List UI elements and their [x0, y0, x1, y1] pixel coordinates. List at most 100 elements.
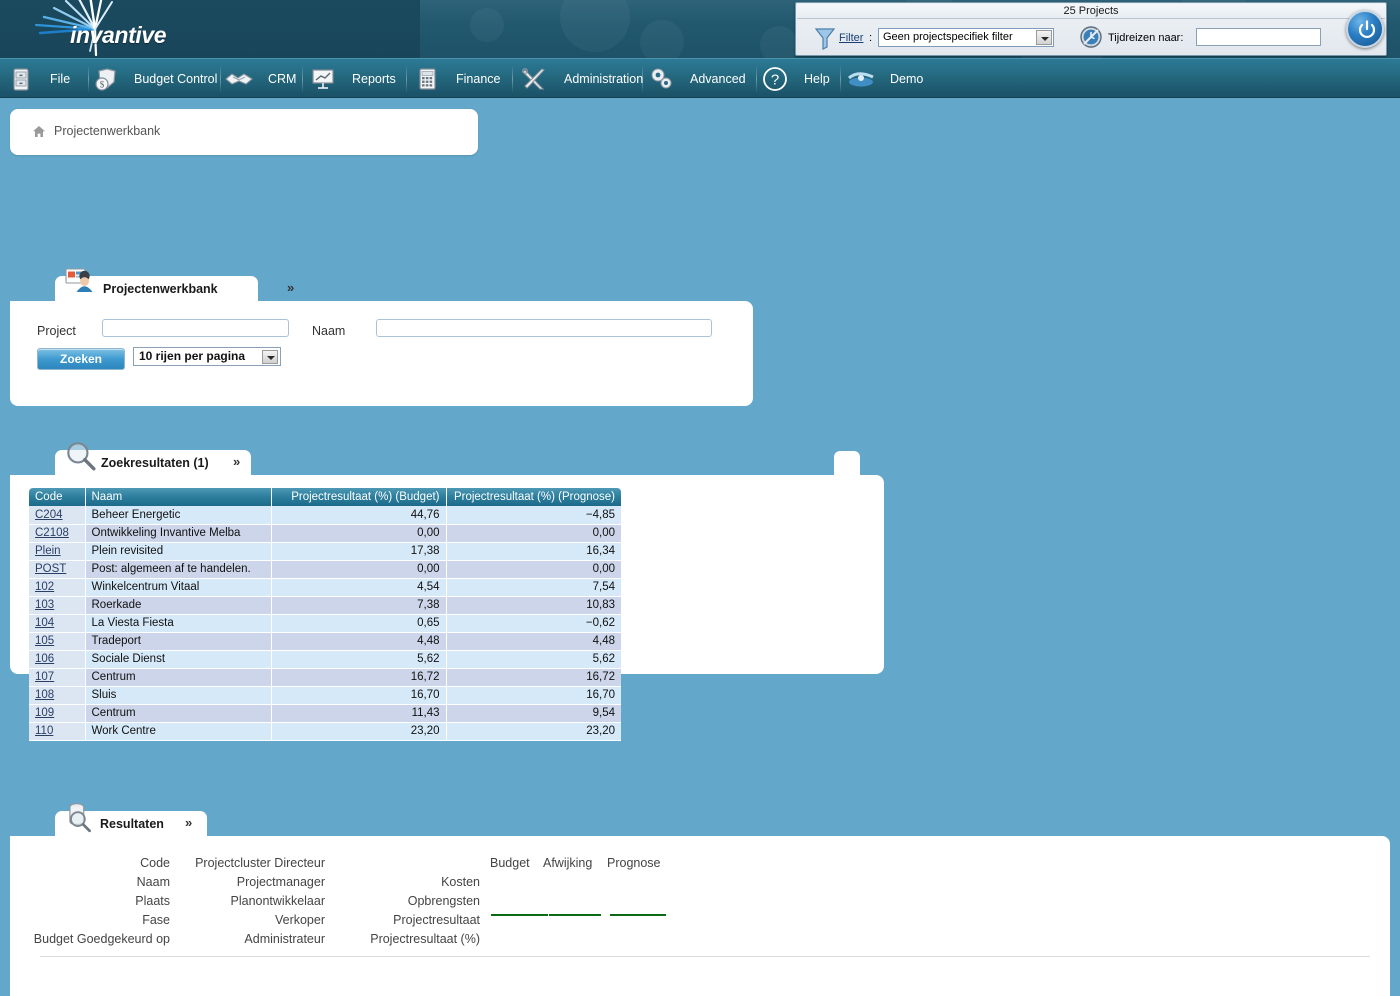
project-code-link[interactable]: 106 [35, 653, 54, 665]
search-button[interactable]: Zoeken [37, 348, 125, 370]
field-label-naam: Naam [10, 875, 170, 889]
chevron-up-icon[interactable]: » [233, 454, 240, 469]
table-row[interactable]: C204Beheer Energetic44,76−4,85 [29, 506, 621, 524]
chevron-up-icon[interactable]: » [185, 815, 192, 830]
cell-budget: 7,38 [271, 596, 446, 614]
menu-item-crm[interactable]: CRM [224, 59, 296, 99]
menu-label-budget-control: Budget Control [134, 72, 217, 86]
filter-link[interactable]: Filter [839, 32, 863, 44]
project-code-link[interactable]: 102 [35, 581, 54, 593]
tab-projectenwerkbank[interactable]: Projectenwerkbank » [55, 276, 258, 302]
cell-code: 104 [29, 614, 85, 632]
funnel-icon [814, 26, 836, 50]
detail-panel: Code Naam Plaats Fase Budget Goedgekeurd… [10, 836, 1390, 996]
cell-naam: Post: algemeen af te handelen. [85, 560, 271, 578]
menu-item-demo[interactable]: Demo [846, 59, 923, 99]
breadcrumb: Projectenwerkbank [10, 109, 478, 155]
project-code-link[interactable]: 110 [35, 725, 53, 737]
cell-code: 105 [29, 632, 85, 650]
project-input[interactable] [102, 319, 289, 337]
table-row[interactable]: 108Sluis16,7016,70 [29, 686, 621, 704]
naam-input[interactable] [376, 319, 712, 337]
cell-prognose: 16,72 [446, 668, 621, 686]
chevron-down-icon[interactable] [262, 350, 278, 364]
project-code-link[interactable]: POST [35, 563, 66, 575]
field-label-code: Code [10, 856, 170, 870]
menu-item-budget-control[interactable]: $ Budget Control [92, 59, 217, 99]
table-row[interactable]: PleinPlein revisited17,3816,34 [29, 542, 621, 560]
project-code-link[interactable]: 107 [35, 671, 54, 683]
table-header-row: Code Naam Projectresultaat (%) (Budget) … [29, 488, 621, 506]
tab-stub[interactable] [834, 451, 860, 477]
cell-prognose: 16,34 [446, 542, 621, 560]
filter-colon: : [869, 32, 872, 44]
results-table: Code Naam Projectresultaat (%) (Budget) … [29, 488, 621, 741]
project-code-link[interactable]: C2108 [35, 527, 69, 539]
menu-item-finance[interactable]: Finance [414, 59, 500, 99]
project-count-title: 25 Projects [797, 4, 1385, 19]
table-row[interactable]: POSTPost: algemeen af te handelen.0,000,… [29, 560, 621, 578]
table-row[interactable]: 104La Viesta Fiesta0,65−0,62 [29, 614, 621, 632]
menu-label-administration: Administration [564, 72, 643, 86]
value-col-header-afwijking: Afwijking [543, 856, 592, 870]
col-header-budget[interactable]: Projectresultaat (%) (Budget) [271, 488, 446, 506]
filter-select[interactable]: Geen projectspecifiek filter [878, 28, 1054, 47]
field-label-budget-approved: Budget Goedgekeurd op [10, 932, 170, 946]
table-row[interactable]: 109Centrum11,439,54 [29, 704, 621, 722]
table-row[interactable]: 110Work Centre23,2023,20 [29, 722, 621, 740]
table-row[interactable]: 106Sociale Dienst5,625,62 [29, 650, 621, 668]
tab-zoekresultaten[interactable]: Zoekresultaten (1) » [55, 450, 251, 476]
cell-prognose: 7,54 [446, 578, 621, 596]
tab-resultaten[interactable]: Resultaten » [55, 811, 207, 837]
user-blue-icon [846, 66, 876, 92]
table-row[interactable]: 105Tradeport4,484,48 [29, 632, 621, 650]
col-header-prognose[interactable]: Projectresultaat (%) (Prognose) [446, 488, 621, 506]
totals-rule-prognose [610, 914, 666, 916]
menu-label-help: Help [804, 72, 830, 86]
naam-label: Naam [312, 324, 345, 338]
menu-label-finance: Finance [456, 72, 500, 86]
menu-item-advanced[interactable]: Advanced [648, 59, 746, 99]
cell-budget: 17,38 [271, 542, 446, 560]
project-code-link[interactable]: C204 [35, 509, 63, 521]
cell-naam: Sluis [85, 686, 271, 704]
rows-per-page-select[interactable]: 10 rijen per pagina [133, 347, 281, 366]
menu-item-reports[interactable]: Reports [310, 59, 396, 99]
chevron-down-icon[interactable] [1036, 30, 1052, 45]
col-header-naam[interactable]: Naam [85, 488, 271, 506]
time-travel-input[interactable] [1196, 28, 1321, 46]
field-label-projectmanager: Projectmanager [175, 875, 325, 889]
cell-budget: 0,65 [271, 614, 446, 632]
menu-item-help[interactable]: ? Help [762, 59, 830, 99]
cell-code: 109 [29, 704, 85, 722]
database-search-icon [63, 800, 97, 834]
menu-item-administration[interactable]: Administration [520, 59, 643, 99]
cell-naam: Ontwikkeling Invantive Melba [85, 524, 271, 542]
project-code-link[interactable]: 103 [35, 599, 54, 611]
money-shield-icon: $ [92, 66, 118, 92]
table-row[interactable]: 107Centrum16,7216,72 [29, 668, 621, 686]
cell-budget: 11,43 [271, 704, 446, 722]
project-code-link[interactable]: Plein [35, 545, 61, 557]
project-code-link[interactable]: 109 [35, 707, 54, 719]
top-banner: invantive 25 Projects Filter : Geen proj… [0, 0, 1400, 58]
table-row[interactable]: 103Roerkade7,3810,83 [29, 596, 621, 614]
cell-code: 107 [29, 668, 85, 686]
chevron-up-icon[interactable]: » [287, 280, 294, 295]
cell-naam: Centrum [85, 704, 271, 722]
power-button[interactable] [1346, 10, 1384, 48]
table-row[interactable]: 102Winkelcentrum Vitaal4,547,54 [29, 578, 621, 596]
project-code-link[interactable]: 105 [35, 635, 54, 647]
project-code-link[interactable]: 104 [35, 617, 54, 629]
value-col-header-prognose: Prognose [607, 856, 661, 870]
cell-prognose: −4,85 [446, 506, 621, 524]
menu-label-file: File [50, 72, 70, 86]
cell-code: C204 [29, 506, 85, 524]
filter-select-value: Geen projectspecifiek filter [883, 31, 1013, 43]
cell-naam: Beheer Energetic [85, 506, 271, 524]
project-code-link[interactable]: 108 [35, 689, 54, 701]
cell-code: 106 [29, 650, 85, 668]
table-row[interactable]: C2108Ontwikkeling Invantive Melba0,000,0… [29, 524, 621, 542]
menu-item-file[interactable]: File [8, 59, 70, 99]
col-header-code[interactable]: Code [29, 488, 85, 506]
